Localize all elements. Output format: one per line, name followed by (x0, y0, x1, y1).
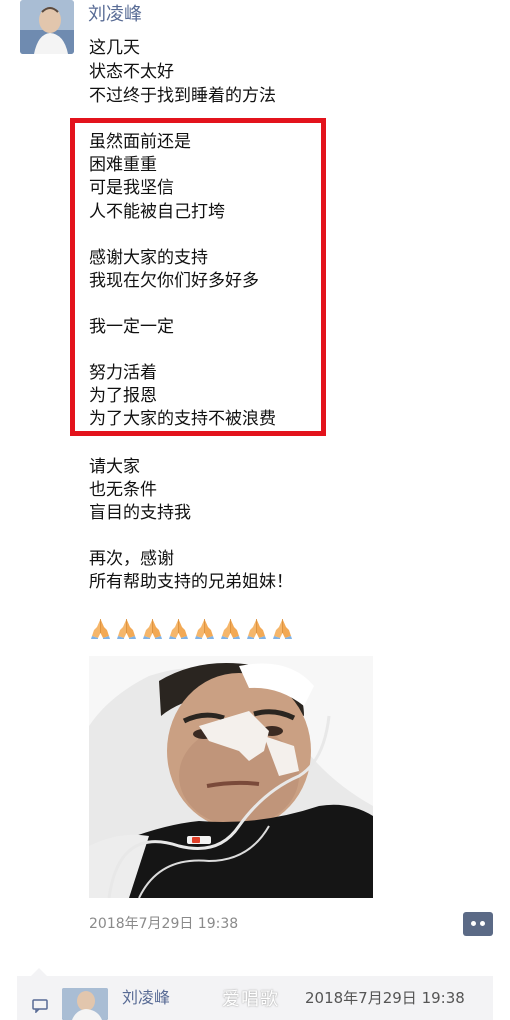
dot-icon (480, 921, 485, 926)
post-text-line: 为了报恩 (89, 386, 157, 406)
post-text-line: 人不能被自己打垮 (89, 202, 225, 222)
post-text-line: 我现在欠你们好多好多 (89, 271, 259, 291)
author-avatar[interactable] (20, 0, 74, 54)
post-text-line: 也无条件 (89, 480, 157, 500)
post-text-line: 困难重重 (89, 155, 157, 175)
post-text-line: 状态不太好 (89, 62, 174, 82)
post-text-line: 不过终于找到睡着的方法 (89, 86, 276, 106)
comment-timestamp: 2018年7月29日 19:38 (305, 989, 465, 1007)
folded-hands-icon (169, 619, 188, 639)
folded-hands-icon (117, 619, 136, 639)
comment-author-name[interactable]: 刘凌峰 (122, 988, 170, 1008)
watermark: 爱唱歌 (222, 989, 279, 1010)
folded-hands-emoji-row (89, 617, 294, 639)
post-text-line: 为了大家的支持不被浪费 (89, 409, 276, 429)
post-text-line: 盲目的支持我 (89, 503, 191, 523)
post-text-line: 努力活着 (89, 363, 157, 383)
post-text-line: 可是我坚信 (89, 178, 174, 198)
post-text-line: 我一定一定 (89, 317, 174, 337)
post-text-line: 这几天 (89, 38, 140, 58)
folded-hands-icon (143, 619, 162, 639)
more-actions-button[interactable] (463, 912, 493, 936)
post-timestamp: 2018年7月29日 19:38 (89, 916, 239, 932)
moments-post: 刘凌峰 这几天 状态不太好 不过终于找到睡着的方法 虽然面前还是 困难重重 可是… (0, 0, 510, 1020)
post-text-line: 再次，感谢 (89, 549, 174, 569)
post-text-line: 感谢大家的支持 (89, 248, 208, 268)
dot-icon (471, 921, 476, 926)
author-name[interactable]: 刘凌峰 (88, 4, 142, 26)
comment-panel-pointer (31, 968, 47, 976)
folded-hands-icon (195, 619, 214, 639)
comment-icon (32, 999, 48, 1013)
comment-author-avatar[interactable] (62, 988, 108, 1020)
post-photo[interactable] (89, 656, 373, 898)
folded-hands-icon (273, 619, 292, 639)
post-text-line: 所有帮助支持的兄弟姐妹！ (89, 572, 293, 592)
post-text-line: 虽然面前还是 (89, 132, 191, 152)
folded-hands-icon (247, 619, 266, 639)
folded-hands-icon (91, 619, 110, 639)
folded-hands-icon (221, 619, 240, 639)
post-text-line: 请大家 (89, 457, 140, 477)
